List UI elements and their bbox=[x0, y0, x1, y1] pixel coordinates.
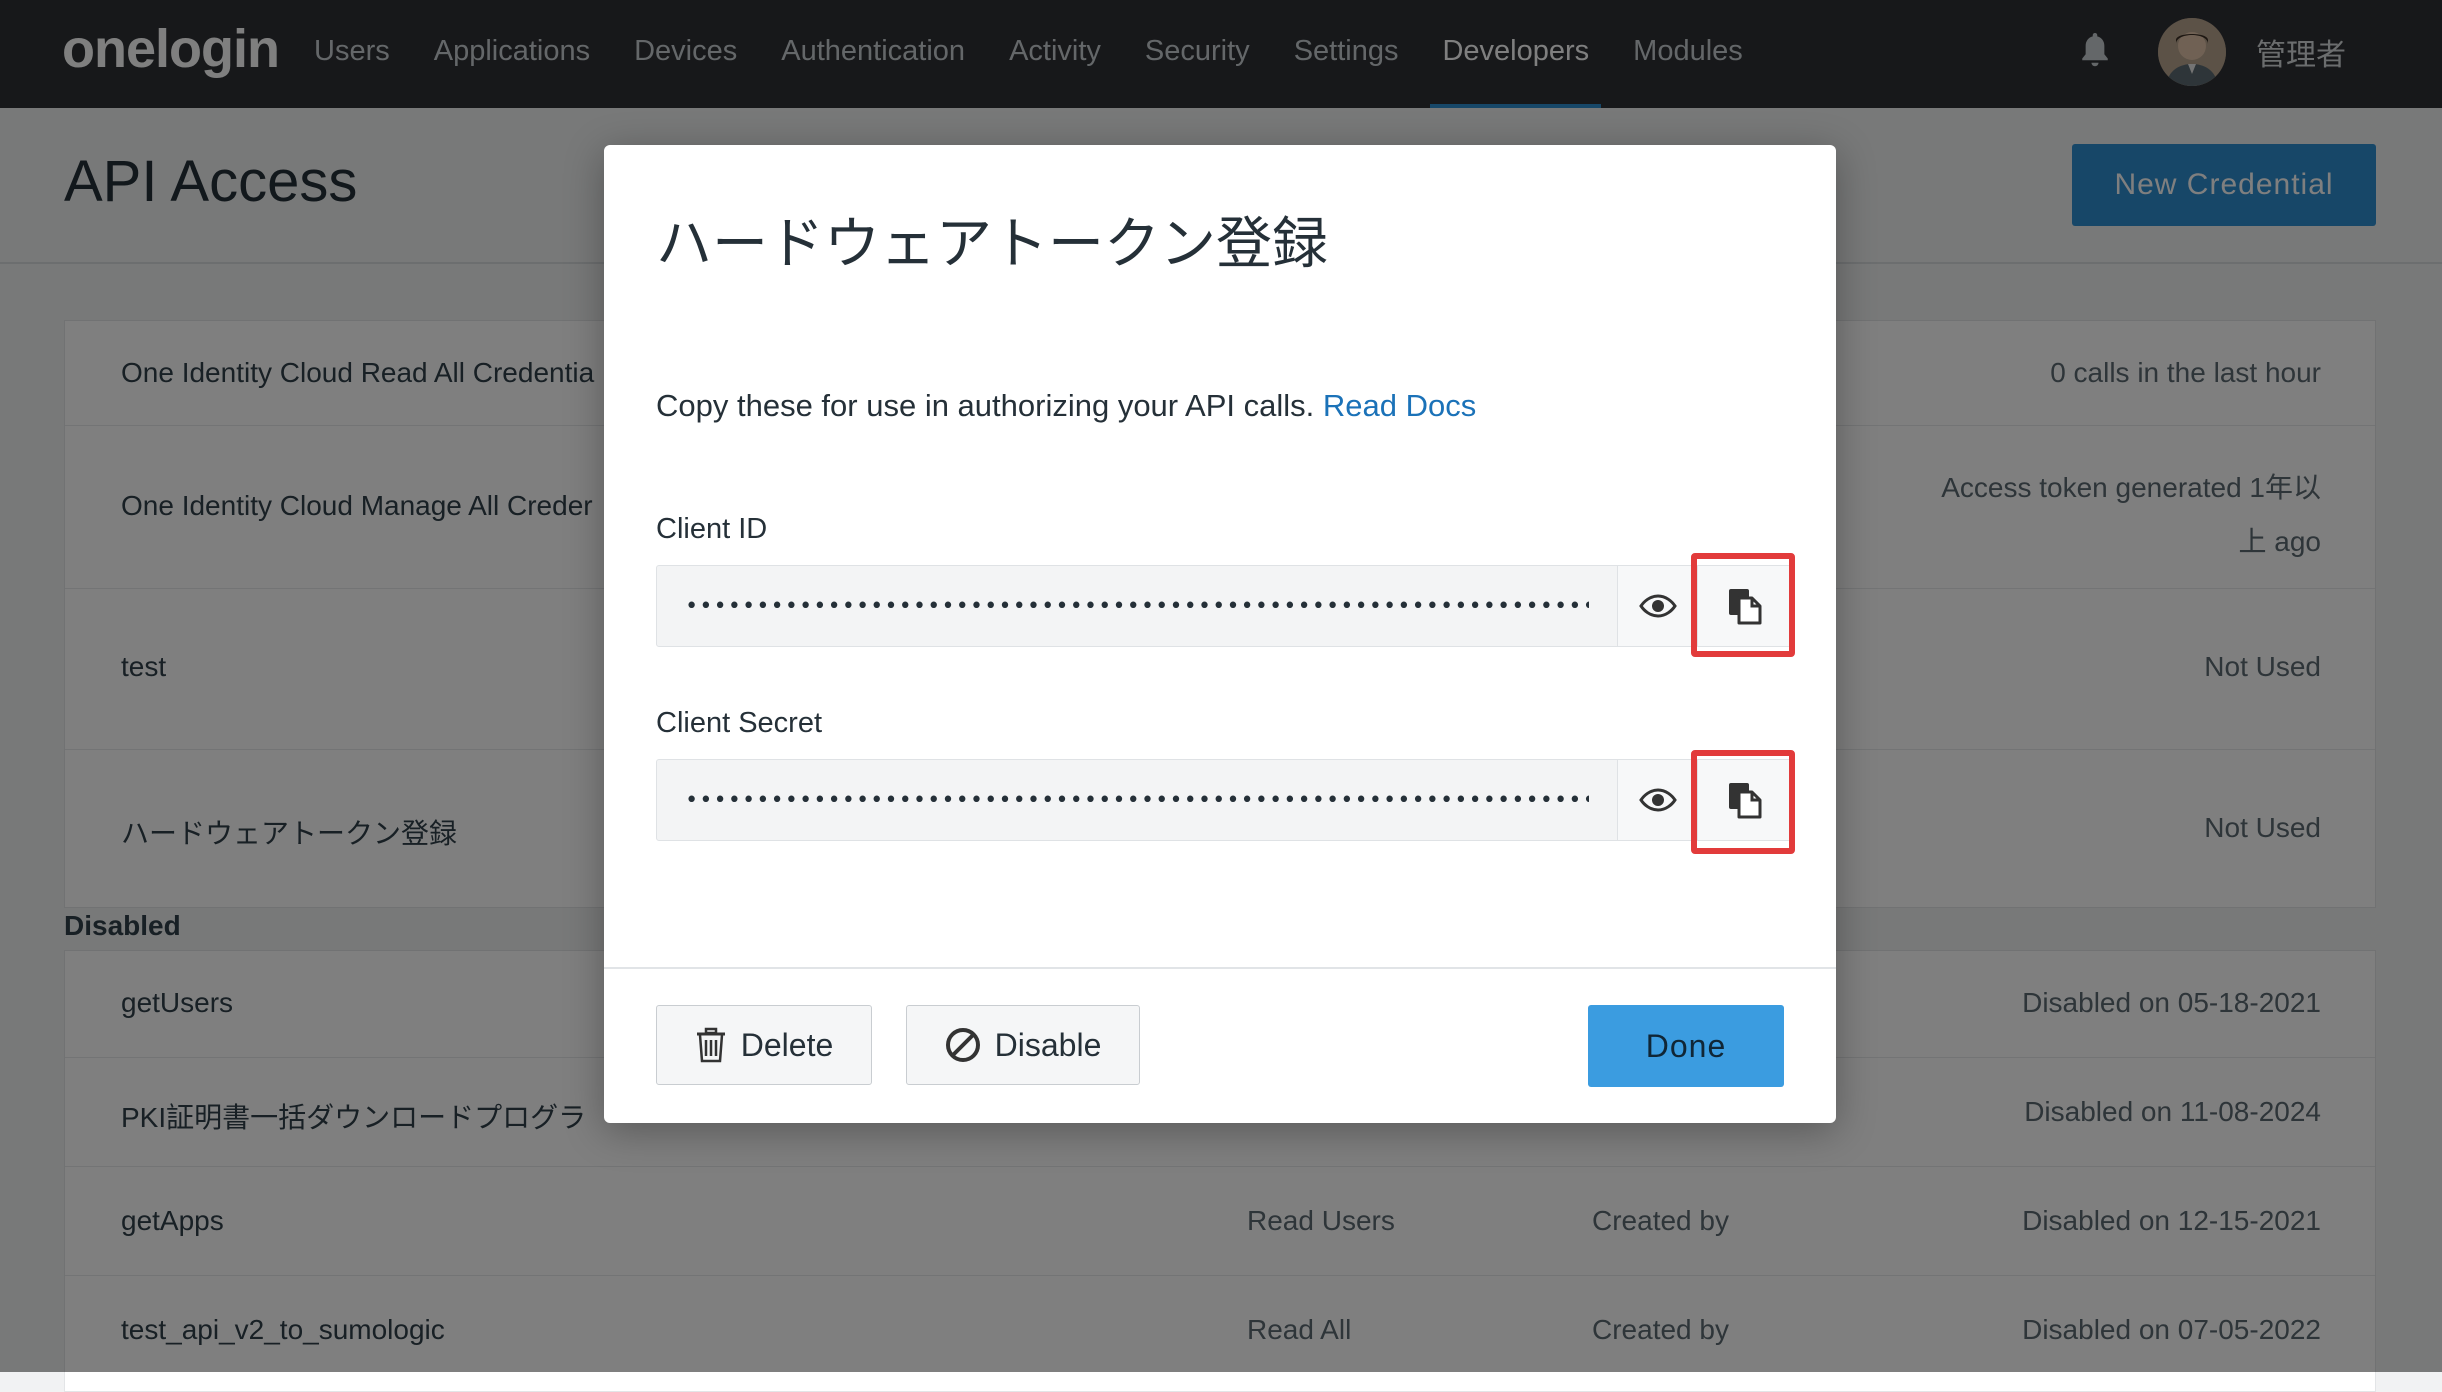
client-secret-input[interactable] bbox=[657, 760, 1617, 840]
client-id-field bbox=[656, 565, 1791, 647]
eye-icon bbox=[1639, 788, 1677, 812]
description-text: Copy these for use in authorizing your A… bbox=[656, 388, 1315, 423]
show-client-secret-button[interactable] bbox=[1617, 760, 1698, 840]
delete-button[interactable]: Delete bbox=[656, 1005, 872, 1085]
client-id-input[interactable] bbox=[657, 566, 1617, 646]
client-secret-label: Client Secret bbox=[656, 707, 823, 739]
client-secret-field bbox=[656, 759, 1791, 841]
disable-label: Disable bbox=[994, 1026, 1102, 1063]
copy-icon bbox=[1728, 589, 1761, 625]
credential-modal: ハードウェアトークン登録 Copy these for use in autho… bbox=[604, 145, 1836, 1123]
trash-icon bbox=[696, 1027, 725, 1063]
done-button[interactable]: Done bbox=[1588, 1005, 1784, 1087]
eye-icon bbox=[1639, 594, 1677, 618]
disable-icon bbox=[945, 1028, 980, 1062]
copy-client-secret-button[interactable] bbox=[1697, 760, 1791, 840]
modal-title: ハードウェアトークン登録 bbox=[656, 212, 1328, 275]
client-id-label: Client ID bbox=[656, 513, 768, 545]
modal-footer-divider bbox=[604, 967, 1836, 969]
copy-icon bbox=[1728, 783, 1761, 819]
show-client-id-button[interactable] bbox=[1617, 566, 1698, 646]
modal-description: Copy these for use in authorizing your A… bbox=[656, 388, 1476, 424]
read-docs-link[interactable]: Read Docs bbox=[1323, 388, 1476, 423]
copy-client-id-button[interactable] bbox=[1697, 566, 1791, 646]
delete-label: Delete bbox=[740, 1026, 834, 1063]
disable-button[interactable]: Disable bbox=[906, 1005, 1140, 1085]
